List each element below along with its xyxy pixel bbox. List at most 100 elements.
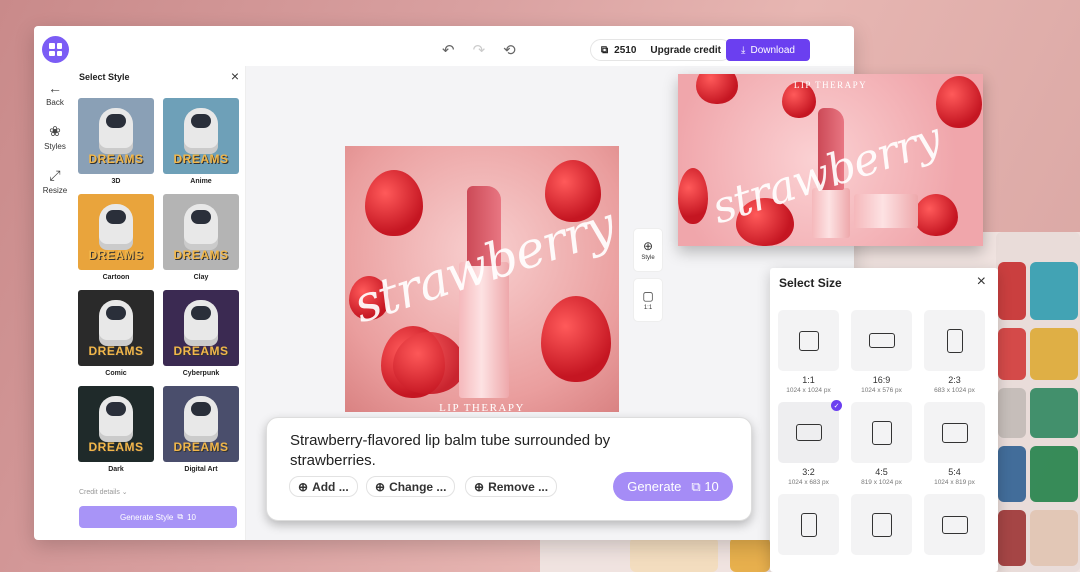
size-dims: 1024 x 1024 px bbox=[786, 387, 831, 394]
change-chip-label: Change ... bbox=[389, 479, 447, 494]
canvas-tools: ⊕ Style ▢ 1:1 bbox=[633, 228, 663, 328]
nav-styles-label: Styles bbox=[44, 142, 66, 151]
thumb-word: DREAMS bbox=[173, 152, 229, 166]
nav-back[interactable]: ← Back bbox=[34, 80, 76, 107]
style-label: Digital Art bbox=[184, 466, 218, 473]
history-icon[interactable]: ⟲ bbox=[503, 41, 516, 59]
size-preview bbox=[851, 402, 912, 463]
style-thumbnail: DREAMS bbox=[78, 98, 154, 174]
size-preview bbox=[851, 310, 912, 371]
aspect-ratio-icon bbox=[800, 512, 817, 537]
upgrade-credit-link[interactable]: Upgrade credit bbox=[650, 45, 721, 56]
prompt-input[interactable]: Strawberry-flavored lip balm tube surrou… bbox=[290, 431, 670, 471]
size-option[interactable]: 5:4 1024 x 819 px bbox=[924, 402, 985, 486]
thumb-word: DREAMS bbox=[88, 344, 144, 358]
thumb-word: DREAMS bbox=[173, 344, 229, 358]
size-option[interactable]: 4:5 819 x 1024 px bbox=[851, 402, 912, 486]
style-card-cartoon[interactable]: DREAMS Cartoon bbox=[78, 194, 154, 281]
style-panel: Select Style × DREAMS 3D DREAMS Anime DREAMS… bbox=[76, 66, 246, 540]
close-icon[interactable]: × bbox=[231, 68, 239, 84]
size-option[interactable]: 2:3 683 x 1024 px bbox=[924, 310, 985, 394]
size-dims: 1024 x 683 px bbox=[788, 479, 829, 486]
style-thumbnail: DREAMS bbox=[163, 194, 239, 270]
astronaut-visor bbox=[106, 402, 126, 416]
thumb-word: DREAMS bbox=[173, 248, 229, 262]
style-panel-title: Select Style bbox=[79, 72, 130, 82]
redo-icon[interactable]: ↷ bbox=[473, 41, 486, 59]
square-icon: ▢ bbox=[642, 289, 654, 303]
arrow-left-icon: ← bbox=[48, 80, 62, 96]
size-option[interactable] bbox=[924, 494, 985, 555]
ratio-tool-label: 1:1 bbox=[643, 305, 653, 311]
change-chip[interactable]: ⊕ Change ... bbox=[366, 476, 456, 497]
style-card-3d[interactable]: DREAMS 3D bbox=[78, 98, 154, 185]
style-card-clay[interactable]: DREAMS Clay bbox=[163, 194, 239, 281]
aspect-ratio-icon bbox=[941, 515, 968, 534]
generate-label: Generate bbox=[627, 479, 682, 494]
size-preview: ✓ bbox=[778, 400, 842, 463]
aspect-ratio-icon bbox=[871, 512, 892, 537]
style-card-digital-art[interactable]: DREAMS Digital Art bbox=[163, 386, 239, 473]
close-icon[interactable]: × bbox=[977, 273, 986, 291]
aspect-ratio-icon bbox=[868, 333, 895, 348]
add-chip[interactable]: ⊕ Add ... bbox=[289, 476, 358, 497]
credit-pill[interactable]: ⧉ 2510 Upgrade credit bbox=[590, 39, 732, 61]
size-option[interactable]: 16:9 1024 x 576 px bbox=[851, 310, 912, 394]
size-dims: 683 x 1024 px bbox=[934, 387, 975, 394]
style-thumbnail: DREAMS bbox=[78, 194, 154, 270]
astronaut-visor bbox=[106, 210, 126, 224]
aspect-ratio-icon bbox=[946, 328, 963, 353]
style-grid: DREAMS 3D DREAMS Anime DREAMS Cartoon DREAMS Cl… bbox=[78, 98, 242, 473]
image-caption: LIP THERAPY bbox=[439, 402, 525, 412]
astronaut-visor bbox=[191, 210, 211, 224]
nav-styles[interactable]: ❀ Styles bbox=[34, 123, 76, 151]
credit-count: 2510 bbox=[614, 44, 637, 56]
style-label: Dark bbox=[108, 466, 124, 473]
size-option[interactable] bbox=[778, 494, 839, 555]
aspect-ratio-icon bbox=[798, 330, 819, 351]
app-logo[interactable] bbox=[42, 36, 69, 63]
astronaut-visor bbox=[191, 114, 211, 128]
style-card-dark[interactable]: DREAMS Dark bbox=[78, 386, 154, 473]
generate-button[interactable]: Generate ⧉ 10 bbox=[613, 472, 733, 501]
size-option[interactable]: 1:1 1024 x 1024 px bbox=[778, 310, 839, 394]
resize-icon: ⤢ bbox=[49, 167, 61, 183]
nav-back-label: Back bbox=[46, 98, 64, 107]
remove-chip[interactable]: ⊕ Remove ... bbox=[465, 476, 558, 497]
undo-icon[interactable]: ↶ bbox=[442, 41, 455, 59]
size-preview bbox=[851, 494, 912, 555]
size-ratio: 5:4 bbox=[948, 467, 961, 477]
credit-details-toggle[interactable]: Credit details ⌄ bbox=[79, 488, 128, 496]
size-ratio: 3:2 bbox=[802, 467, 815, 477]
left-nav: ← Back ❀ Styles ⤢ Resize bbox=[34, 80, 76, 211]
astronaut-visor bbox=[191, 306, 211, 320]
size-option[interactable]: ✓ 3:2 1024 x 683 px bbox=[778, 400, 842, 486]
plus-circle-icon: ⊕ bbox=[375, 479, 386, 494]
size-dims: 819 x 1024 px bbox=[861, 479, 902, 486]
styles-icon: ❀ bbox=[49, 123, 61, 139]
style-card-cyberpunk[interactable]: DREAMS Cyberpunk bbox=[163, 290, 239, 377]
astronaut-visor bbox=[191, 402, 211, 416]
check-icon: ✓ bbox=[831, 400, 842, 411]
size-option[interactable] bbox=[851, 494, 912, 555]
preview-image: strawberry LIP THERAPY bbox=[678, 74, 983, 246]
style-card-comic[interactable]: DREAMS Comic bbox=[78, 290, 154, 377]
style-card-anime[interactable]: DREAMS Anime bbox=[163, 98, 239, 185]
prompt-box: Strawberry-flavored lip balm tube surrou… bbox=[266, 417, 752, 521]
size-ratio: 16:9 bbox=[872, 375, 891, 385]
generate-style-button[interactable]: Generate Style ⧉ 10 bbox=[79, 506, 237, 528]
generated-image[interactable]: strawberry LIP THERAPY bbox=[345, 146, 619, 412]
style-label: Comic bbox=[105, 370, 127, 377]
style-thumbnail: DREAMS bbox=[78, 386, 154, 462]
size-panel-title: Select Size bbox=[779, 276, 842, 290]
download-button[interactable]: ⤓ Download bbox=[726, 39, 810, 61]
size-preview bbox=[924, 402, 985, 463]
style-tool-label: Style bbox=[641, 255, 655, 261]
aspect-ratio-icon bbox=[795, 424, 822, 441]
ratio-tool-button[interactable]: ▢ 1:1 bbox=[633, 278, 663, 322]
style-tool-button[interactable]: ⊕ Style bbox=[633, 228, 663, 272]
download-icon: ⤓ bbox=[741, 44, 746, 56]
style-label: Anime bbox=[190, 178, 212, 185]
nav-resize[interactable]: ⤢ Resize bbox=[34, 167, 76, 195]
size-ratio: 2:3 bbox=[948, 375, 961, 385]
